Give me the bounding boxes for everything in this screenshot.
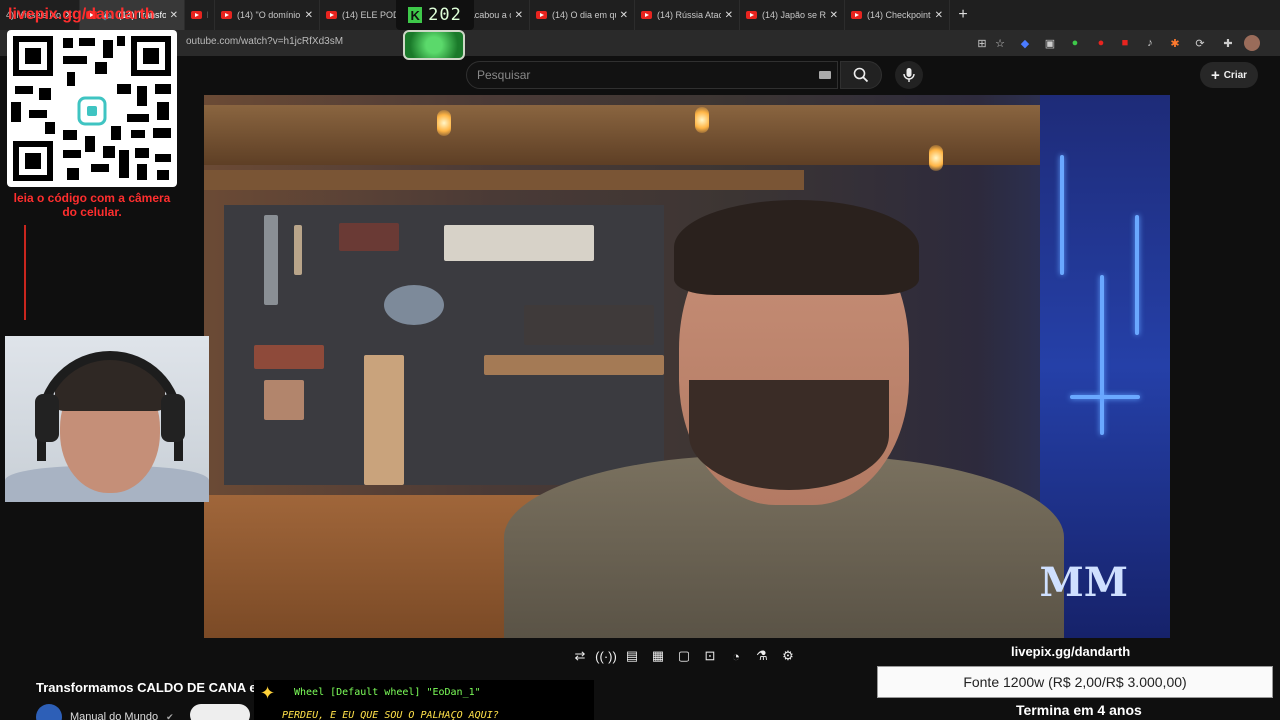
subtitles-icon[interactable]: ▤ [622, 646, 642, 666]
qr-code [7, 30, 177, 187]
url-field[interactable]: outube.com/watch?v=h1jcRfXd3sM [186, 36, 343, 47]
presenter [504, 155, 1064, 638]
close-tab-icon[interactable]: ✕ [515, 10, 523, 21]
browser-tab[interactable]: (14) Japão se Rea ✕ [740, 0, 845, 30]
donation-goal-bar: Fonte 1200w (R$ 2,00/R$ 3.000,00) [877, 666, 1273, 698]
browser-tab-label: (14) "O domínio d [237, 10, 301, 20]
create-button[interactable]: + Criar [1200, 62, 1258, 88]
screen: 4) Mísseis Norte✕🔈(14) Transforma✕BO(14)… [0, 0, 1280, 720]
divider-line [24, 225, 26, 320]
cast-icon[interactable]: ⊡ [700, 646, 720, 666]
youtube-favicon-icon [851, 11, 862, 19]
counter-value: 202 [428, 5, 462, 25]
browser-tab[interactable]: (14) "O domínio d ✕ [215, 0, 320, 30]
livepix-url-top: livepix.gg/dandarth [8, 6, 155, 23]
viewer-counter: K 202 [396, 0, 474, 30]
close-tab-icon[interactable]: ✕ [935, 10, 943, 21]
wheel-alert-message: PERDEU, E EU QUE SOU O PALHAÇO AQUI? [282, 710, 499, 720]
qr-code-image [11, 36, 171, 181]
broadcast-icon[interactable]: ((·)) [595, 646, 617, 666]
close-tab-icon[interactable]: ✕ [725, 10, 733, 21]
microphone-icon [903, 68, 915, 82]
youtube-favicon-icon [641, 11, 652, 19]
lab-icon[interactable]: ⚗ [752, 646, 772, 666]
youtube-favicon-icon [536, 11, 547, 19]
streamer-webcam [5, 336, 209, 502]
create-label: Criar [1223, 69, 1248, 81]
browser-tab-label: BO [207, 10, 208, 20]
bookmark-star-icon[interactable]: ☆ [992, 35, 1008, 51]
browser-tab[interactable]: (14) Checkpoint C ✕ [845, 0, 950, 30]
browser-tab[interactable]: (14) O dia em que ✕ [530, 0, 635, 30]
kick-logo-icon: K [408, 7, 423, 23]
youtube-favicon-icon [191, 11, 202, 19]
close-tab-icon[interactable]: ✕ [305, 10, 313, 21]
browser-tab[interactable]: (14) Rússia Ataca ✕ [635, 0, 740, 30]
youtube-favicon-icon [221, 11, 232, 19]
close-tab-icon[interactable]: ✕ [170, 10, 178, 21]
extensions-puzzle-icon[interactable]: ✚ [1220, 35, 1236, 51]
extension-icon[interactable]: ✱ [1167, 35, 1183, 51]
close-tab-icon[interactable]: ✕ [620, 10, 628, 21]
youtube-favicon-icon [746, 11, 757, 19]
keyboard-icon[interactable] [819, 71, 831, 79]
extension-icon[interactable]: ● [1093, 35, 1109, 51]
goal-ends-text: Termina em 4 anos [1016, 702, 1142, 718]
extension-icon[interactable]: ● [1067, 35, 1083, 51]
browser-tab-strip: 4) Mísseis Norte✕🔈(14) Transforma✕BO(14)… [0, 0, 1280, 30]
close-tab-icon[interactable]: ✕ [830, 10, 838, 21]
extension-icon[interactable]: ▣ [1042, 35, 1058, 51]
wheel-alert-line: Wheel [Default wheel] "EoDan_1" [294, 687, 481, 698]
light-bulb [695, 107, 709, 133]
address-bar-row: outube.com/watch?v=h1jcRfXd3sM ⊞ ☆ ◆ ▣ ●… [0, 30, 1280, 56]
plus-icon: + [1210, 66, 1220, 84]
video-player[interactable]: MM [204, 95, 1170, 638]
search-placeholder: Pesquisar [477, 68, 531, 82]
player-controls: ⇄ ((·)) ▤ ▦ ▢ ⊡ ◔ ⚗ ⚙ [570, 644, 810, 668]
miniplayer-icon[interactable]: ▢ [674, 646, 694, 666]
speed-icon[interactable]: ◔ [726, 646, 746, 666]
profile-avatar[interactable] [1244, 35, 1260, 51]
extension-icon[interactable]: ◆ [1017, 35, 1033, 51]
extension-icon[interactable]: ■ [1117, 35, 1133, 51]
browser-tab-label: (14) Checkpoint C [867, 10, 931, 20]
channel-row: Manual do Mundo ✔ [36, 704, 174, 720]
audio-icon[interactable]: ♪ [1142, 35, 1158, 51]
channel-watermark[interactable]: MM [1039, 559, 1128, 606]
sparkle-icon: ✦ [260, 683, 276, 703]
theater-icon[interactable]: ▦ [648, 646, 668, 666]
browser-tab-label: (14) O dia em que [552, 10, 616, 20]
qr-caption: leia o código com a câmera do celular. [13, 191, 171, 219]
video-title: Transformamos CALDO DE CANA e [36, 680, 257, 695]
channel-name[interactable]: Manual do Mundo [70, 711, 158, 720]
new-tab-button[interactable]: + [950, 0, 976, 30]
light-bulb [437, 110, 451, 136]
browser-tab[interactable]: BO [185, 0, 215, 30]
donation-goal-text: Fonte 1200w (R$ 2,00/R$ 3.000,00) [963, 674, 1187, 690]
browser-tab-label: (14) Rússia Ataca [657, 10, 721, 20]
youtube-favicon-icon [326, 11, 337, 19]
verified-icon: ✔ [166, 711, 174, 720]
gem-jar [403, 30, 465, 60]
reload-extension-icon[interactable]: ⟳ [1192, 35, 1208, 51]
search-icon [853, 67, 869, 83]
voice-search-button[interactable] [895, 61, 923, 89]
install-app-icon[interactable]: ⊞ [974, 35, 990, 51]
subscribe-button[interactable] [190, 704, 250, 720]
search-button[interactable] [840, 61, 882, 89]
livepix-url-bottom: livepix.gg/dandarth [1011, 644, 1131, 659]
channel-avatar[interactable] [36, 704, 62, 720]
browser-tab-label: (14) Japão se Rea [762, 10, 826, 20]
search-input[interactable]: Pesquisar [466, 61, 838, 89]
settings-icon[interactable]: ⚙ [778, 646, 798, 666]
repeat-icon[interactable]: ⇄ [570, 646, 590, 666]
